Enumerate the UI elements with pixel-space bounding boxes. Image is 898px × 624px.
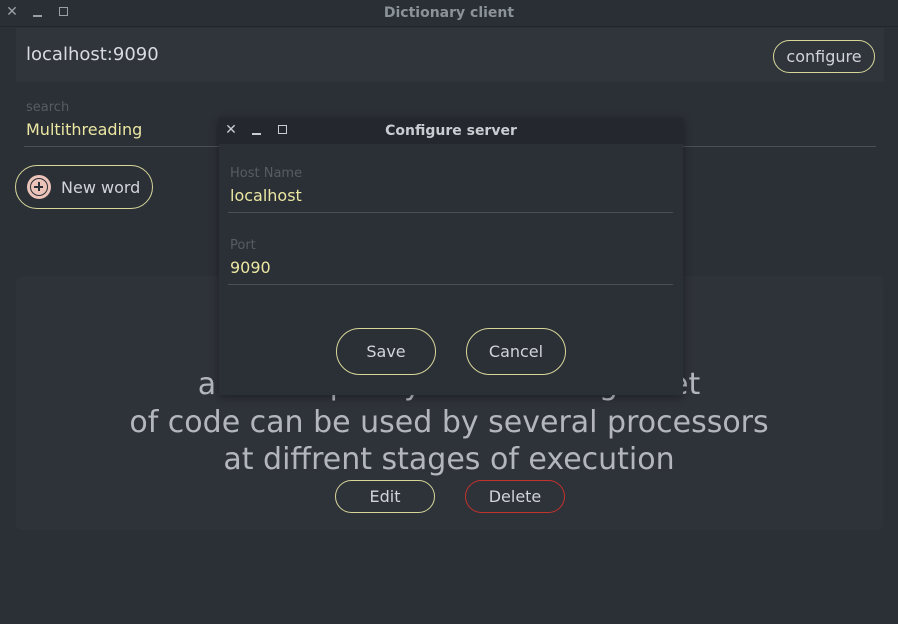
configure-button[interactable]: configure <box>773 40 875 73</box>
configure-server-dialog: ✕ Configure server Host Name localhost P… <box>219 118 683 395</box>
port-label: Port <box>230 238 256 253</box>
dialog-title: Configure server <box>385 123 517 139</box>
save-button[interactable]: Save <box>336 328 436 375</box>
search-input[interactable]: Multithreading <box>26 120 142 139</box>
server-address: localhost:9090 <box>26 44 159 65</box>
dialog-titlebar: ✕ Configure server <box>219 118 683 144</box>
host-name-label: Host Name <box>230 166 303 181</box>
server-bar: localhost:9090 configure <box>16 28 884 82</box>
port-underline <box>228 284 673 285</box>
new-word-label: New word <box>61 178 141 197</box>
window-titlebar: ✕ Dictionary client <box>0 0 898 27</box>
port-input[interactable]: 9090 <box>230 258 271 277</box>
cancel-button[interactable]: Cancel <box>466 328 566 375</box>
edit-button[interactable]: Edit <box>335 480 435 513</box>
search-label: search <box>26 100 70 115</box>
delete-button[interactable]: Delete <box>465 480 565 513</box>
definition-line-2: of code can be used by several processor… <box>129 404 769 440</box>
new-word-button[interactable]: New word <box>15 165 153 209</box>
plus-circle-icon <box>27 175 51 199</box>
host-name-input[interactable]: localhost <box>230 186 302 205</box>
definition-line-3: at diffrent stages of execution <box>223 442 675 477</box>
window-title: Dictionary client <box>383 5 515 21</box>
host-name-underline <box>228 212 673 213</box>
